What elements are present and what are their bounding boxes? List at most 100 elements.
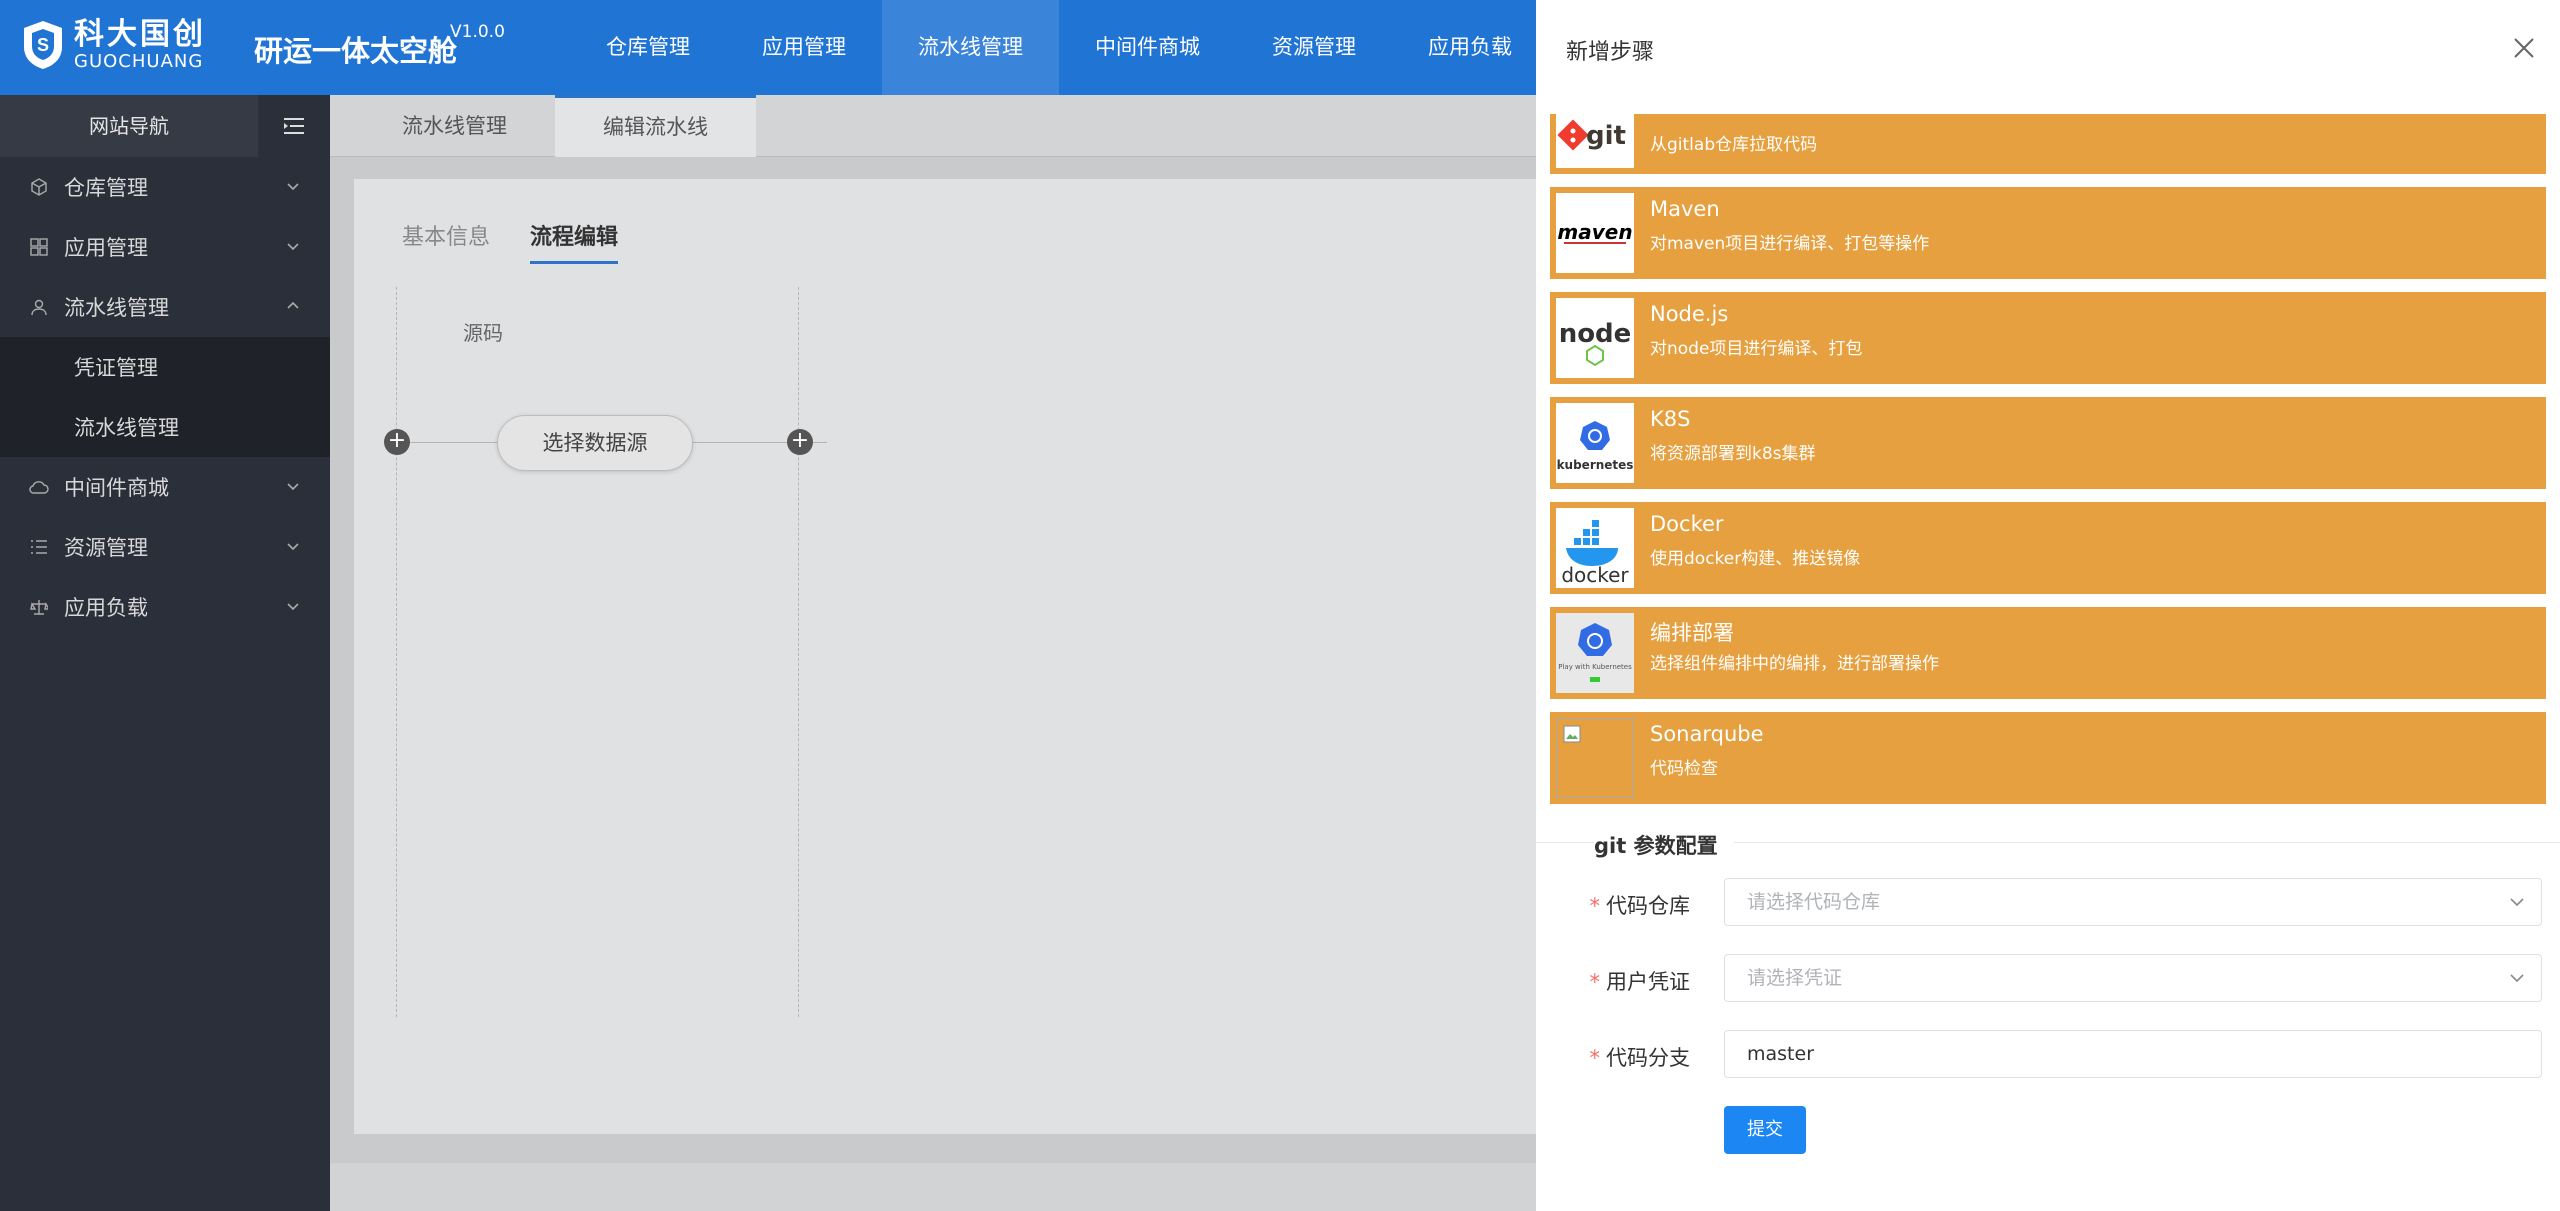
sidebar-item-label: 应用管理 <box>64 236 148 260</box>
step-item-git[interactable]: git 从gitlab仓库拉取代码 <box>1550 114 2546 174</box>
topnav-item-pipeline[interactable]: 流水线管理 <box>882 0 1059 95</box>
sidebar-item-pipeline[interactable]: 流水线管理 <box>0 277 330 337</box>
subtab-basic-info[interactable]: 基本信息 <box>402 219 490 264</box>
close-icon[interactable] <box>2510 34 2538 62</box>
tab-edit-pipeline[interactable]: 编辑流水线 <box>555 95 756 157</box>
docker-logo-text: docker <box>1561 563 1629 587</box>
required-mark: * <box>1589 894 1601 918</box>
sidebar-item-label: 应用负载 <box>64 596 148 620</box>
git-logo: git <box>1556 114 1634 168</box>
add-step-drawer: 新增步骤 git 从gitlab仓库拉取代码 maven Maven 对mave… <box>1536 0 2560 1211</box>
sidebar-item-middleware[interactable]: 中间件商城 <box>0 457 330 517</box>
chevron-down-icon <box>2510 974 2524 983</box>
form-row-repo: * 代码仓库 请选择代码仓库 <box>1536 878 2560 928</box>
form-label: * 代码仓库 <box>1589 894 1691 918</box>
select-datasource-button[interactable]: 选择数据源 <box>497 415 693 471</box>
user-group-icon <box>28 296 50 318</box>
step-list: git 从gitlab仓库拉取代码 maven Maven 对maven项目进行… <box>1550 114 2546 817</box>
chevron-down-icon <box>2510 898 2524 907</box>
node-logo-text: node <box>1559 319 1632 349</box>
chevron-down-icon <box>287 483 299 491</box>
logo-cn-text: 科大国创 <box>74 17 206 52</box>
logo[interactable]: S 科大国创 GUOCHUANG <box>22 18 206 72</box>
branch-input[interactable]: master <box>1724 1030 2542 1078</box>
broken-image-icon <box>1556 718 1634 798</box>
section-title: git 参数配置 <box>1594 830 1734 860</box>
maven-logo-text: maven <box>1557 220 1632 244</box>
step-name: K8S <box>1650 407 1691 431</box>
repo-select-placeholder: 请选择代码仓库 <box>1747 891 1881 913</box>
chevron-down-icon <box>287 543 299 551</box>
git-logo-text: git <box>1586 121 1626 151</box>
step-item-k8s[interactable]: kubernetes K8S 将资源部署到k8s集群 <box>1550 397 2546 489</box>
sidebar-subitem-label: 流水线管理 <box>74 416 179 440</box>
sidebar-item-label: 中间件商城 <box>64 476 169 500</box>
drawer-title: 新增步骤 <box>1566 40 1655 65</box>
box-icon <box>28 176 50 198</box>
sidebar-subitem-credentials[interactable]: 凭证管理 <box>0 337 330 397</box>
kubernetes-logo: kubernetes <box>1556 403 1634 483</box>
app-version: V1.0.0 <box>450 22 505 42</box>
credential-select[interactable]: 请选择凭证 <box>1724 954 2542 1002</box>
maven-logo: maven <box>1556 193 1634 273</box>
logo-en-text: GUOCHUANG <box>74 51 204 72</box>
step-name: Sonarqube <box>1650 722 1764 746</box>
step-desc: 代码检查 <box>1650 759 1718 779</box>
sidebar-item-app[interactable]: 应用管理 <box>0 217 330 277</box>
form-row-credential: * 用户凭证 请选择凭证 <box>1536 954 2560 1004</box>
step-name: Docker <box>1650 512 1724 536</box>
grid-icon <box>28 236 50 258</box>
step-desc: 选择组件编排中的编排，进行部署操作 <box>1650 654 1939 674</box>
chevron-down-icon <box>287 183 299 191</box>
topnav-item-repo[interactable]: 仓库管理 <box>570 0 726 95</box>
sidebar-item-label: 流水线管理 <box>64 296 169 320</box>
required-mark: * <box>1589 970 1601 994</box>
play-with-kubernetes-logo: Play with Kubernetes <box>1556 613 1634 693</box>
svg-text:S: S <box>37 35 49 55</box>
step-desc: 对maven项目进行编译、打包等操作 <box>1650 234 1930 254</box>
chevron-down-icon <box>287 603 299 611</box>
step-item-sonarqube[interactable]: Sonarqube 代码检查 <box>1550 712 2546 804</box>
form-row-branch: * 代码分支 master <box>1536 1030 2560 1080</box>
top-nav: 仓库管理 应用管理 流水线管理 中间件商城 资源管理 应用负载 <box>570 0 1548 95</box>
step-desc: 对node项目进行编译、打包 <box>1650 339 1863 359</box>
subtab-flow-edit[interactable]: 流程编辑 <box>530 219 619 264</box>
chevron-up-icon <box>287 301 299 309</box>
repo-select[interactable]: 请选择代码仓库 <box>1724 878 2542 926</box>
sidebar-item-resource[interactable]: 资源管理 <box>0 517 330 577</box>
sidebar-item-label: 资源管理 <box>64 536 148 560</box>
flow-stage-column: 源码 + 选择数据源 + <box>384 287 827 1017</box>
add-stage-before-icon[interactable]: + <box>384 429 410 455</box>
chevron-down-icon <box>287 243 299 251</box>
sidebar-item-label: 仓库管理 <box>64 176 148 200</box>
cloud-icon <box>28 476 50 498</box>
sidebar-subitem-label: 凭证管理 <box>74 356 158 380</box>
topnav-item-resource[interactable]: 资源管理 <box>1236 0 1392 95</box>
sidebar: 网站导航 仓库管理 应用管理 流水线管理 凭证管理 流水线管理 中间件商城 资源… <box>0 95 330 1211</box>
step-desc: 将资源部署到k8s集群 <box>1650 444 1816 464</box>
step-item-orchestration-deploy[interactable]: Play with Kubernetes 编排部署 选择组件编排中的编排，进行部… <box>1550 607 2546 699</box>
pwk-logo-text: Play with Kubernetes <box>1558 663 1632 671</box>
app-title: 研运一体太空舱 <box>254 34 458 68</box>
add-stage-after-icon[interactable]: + <box>787 429 813 455</box>
required-mark: * <box>1589 1046 1601 1070</box>
topnav-item-workload[interactable]: 应用负载 <box>1392 0 1548 95</box>
sidebar-item-repo[interactable]: 仓库管理 <box>0 157 330 217</box>
submit-button[interactable]: 提交 <box>1724 1106 1806 1154</box>
menu-collapse-icon[interactable] <box>258 95 330 157</box>
step-name: Node.js <box>1650 302 1729 326</box>
list-icon <box>28 536 50 558</box>
step-item-maven[interactable]: maven Maven 对maven项目进行编译、打包等操作 <box>1550 187 2546 279</box>
sidebar-title: 网站导航 <box>0 95 258 157</box>
form-label: * 用户凭证 <box>1589 970 1691 994</box>
step-item-nodejs[interactable]: node Node.js 对node项目进行编译、打包 <box>1550 292 2546 384</box>
step-name: Maven <box>1650 197 1720 221</box>
sidebar-subitem-pipeline[interactable]: 流水线管理 <box>0 397 330 457</box>
kubernetes-logo-text: kubernetes <box>1557 458 1634 472</box>
sidebar-item-workload[interactable]: 应用负载 <box>0 577 330 637</box>
topnav-item-middleware[interactable]: 中间件商城 <box>1059 0 1236 95</box>
tab-pipeline-manage[interactable]: 流水线管理 <box>354 95 555 157</box>
topnav-item-app[interactable]: 应用管理 <box>726 0 882 95</box>
form-label: * 代码分支 <box>1589 1046 1691 1070</box>
step-item-docker[interactable]: docker Docker 使用docker构建、推送镜像 <box>1550 502 2546 594</box>
